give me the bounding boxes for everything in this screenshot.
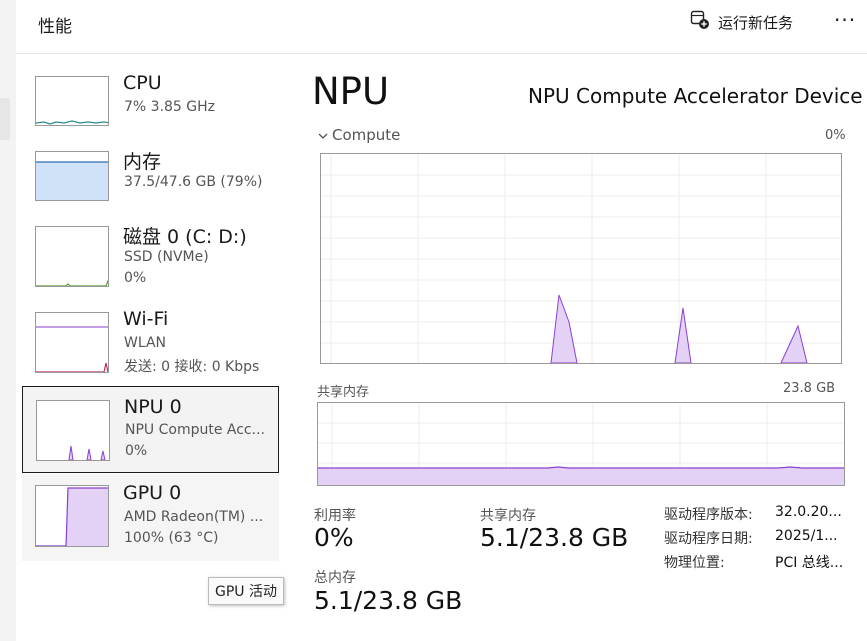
sidebar-item-detail-2: 0% [124, 270, 147, 286]
driver-version-value: 32.0.20... [775, 504, 842, 520]
physical-location-value: PCI 总线... [775, 555, 844, 571]
compute-graph [320, 153, 842, 364]
driver-date-value: 2025/1... [775, 528, 838, 544]
sidebar-item-label: Wi-Fi [123, 308, 169, 330]
compute-max-value: 0% [825, 128, 846, 143]
cpu-thumbnail-graph [35, 76, 109, 126]
tooltip: GPU 活动 [208, 577, 284, 605]
total-memory-value: 5.1/23.8 GB [314, 586, 463, 615]
utilization-label: 利用率 [314, 508, 356, 524]
compute-engine-selector[interactable]: Compute [318, 126, 400, 144]
device-name: NPU Compute Accelerator Device [528, 84, 863, 108]
memory-thumbnail-graph [35, 151, 109, 201]
nav-rail [0, 0, 16, 641]
nav-rail-indicator [0, 98, 10, 140]
shared-memory-label: 共享内存 [480, 508, 536, 524]
sidebar-item-detail: 7% 3.85 GHz [124, 99, 216, 115]
sidebar-item-detail-2: 0% [125, 443, 148, 459]
compute-label: Compute [332, 126, 401, 144]
sidebar-item-disk[interactable]: 磁盘 0 (C: D:) SSD (NVMe) 0% [22, 220, 279, 307]
disk-thumbnail-graph [35, 226, 109, 287]
run-new-task-button[interactable]: 运行新任务 [690, 10, 793, 34]
sidebar-item-detail: SSD (NVMe) [124, 249, 209, 265]
utilization-value: 0% [314, 523, 354, 552]
sidebar-item-label: 磁盘 0 (C: D:) [123, 226, 247, 248]
device-type-title: NPU [312, 70, 390, 113]
sidebar-item-label: NPU 0 [124, 396, 182, 418]
sidebar-item-detail: WLAN [124, 335, 167, 351]
sidebar-item-gpu[interactable]: GPU 0 AMD Radeon(TM) ... 100% (63 °C) [22, 474, 279, 561]
shared-memory-graph [317, 402, 845, 486]
sidebar-item-detail: 37.5/47.6 GB (79%) [124, 174, 263, 190]
sidebar-item-npu[interactable]: NPU 0 NPU Compute Acc... 0% [22, 386, 279, 473]
more-options-button[interactable]: ··· [834, 8, 856, 32]
sidebar-item-label: 内存 [123, 151, 162, 173]
physical-location-label: 物理位置: [664, 555, 725, 571]
gpu-thumbnail-graph [35, 485, 109, 547]
sidebar-item-memory[interactable]: 内存 37.5/47.6 GB (79%) [22, 145, 279, 232]
page-title: 性能 [38, 17, 72, 37]
sidebar-item-wifi[interactable]: Wi-Fi WLAN 发送: 0 接收: 0 Kbps [22, 306, 279, 393]
shared-memory-graph-max: 23.8 GB [783, 381, 836, 396]
wifi-thumbnail-graph [35, 312, 109, 373]
npu-thumbnail-graph [36, 400, 110, 461]
total-memory-label: 总内存 [314, 570, 356, 586]
run-new-task-label: 运行新任务 [718, 13, 794, 32]
sidebar-item-detail-2: 100% (63 °C) [124, 530, 219, 546]
sidebar-item-detail: AMD Radeon(TM) ... [124, 509, 264, 525]
sidebar-item-detail-2: 发送: 0 接收: 0 Kbps [124, 359, 260, 375]
new-task-icon [690, 10, 710, 34]
driver-version-label: 驱动程序版本: [664, 507, 753, 523]
sidebar-item-label: CPU [123, 72, 162, 94]
sidebar-item-cpu[interactable]: CPU 7% 3.85 GHz [22, 70, 279, 157]
shared-memory-value: 5.1/23.8 GB [480, 523, 629, 552]
sidebar-item-detail: NPU Compute Acc... [125, 422, 265, 438]
driver-date-label: 驱动程序日期: [664, 531, 753, 547]
shared-memory-graph-label: 共享内存 [317, 385, 370, 400]
chevron-down-icon [318, 126, 328, 144]
sidebar-item-label: GPU 0 [123, 482, 182, 504]
